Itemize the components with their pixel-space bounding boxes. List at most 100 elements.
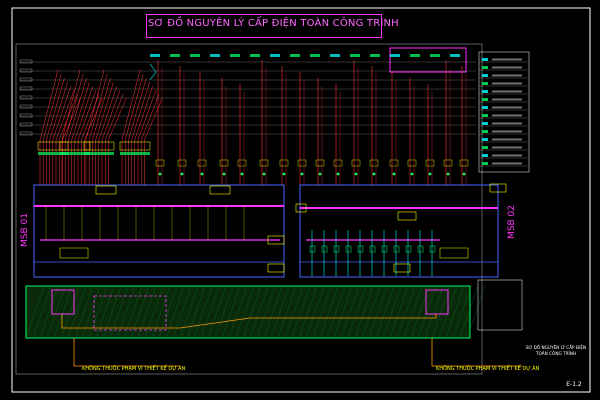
feeder-diagonal [39,69,59,141]
msb2-breaker [321,245,328,253]
feeder-tag [270,54,280,57]
meter-point [446,172,450,176]
meter-point [158,172,162,176]
legend-text-line [492,74,522,77]
legend-text-line [492,58,522,61]
feeder-diagonal [49,81,68,141]
feeder-diagonal [71,81,90,141]
legend-symbol [482,82,488,85]
feeder-tag [290,54,300,57]
feeder-lines [19,54,476,186]
breaker [279,159,289,167]
top-load-group-box [389,47,467,73]
msb2-breaker [417,245,424,253]
meter-point [462,172,466,176]
legend-symbol [482,162,488,165]
row-label-box [19,77,33,82]
row-label-box [19,113,33,118]
breaker [459,159,469,167]
legend-symbol [482,122,488,125]
row-label-box [19,122,33,127]
legend-text-line [492,66,522,69]
row-label-box [19,86,33,91]
legend-symbol [482,58,488,61]
feeder-tag [350,54,360,57]
feeder-diagonal [121,69,141,141]
row-label-box [19,68,33,73]
legend-symbol [482,138,488,141]
msb2-breaker [393,245,400,253]
legend-symbol [482,106,488,109]
legend-text-line [492,146,522,149]
feeder-diagonal [85,69,105,141]
msb1-incomer [59,247,89,259]
legend-table [478,51,530,173]
source-area [25,279,523,339]
legend-text-line [492,98,522,101]
legend-symbol [482,98,488,101]
page-title: SƠ ĐỒ NGUYÊN LÝ CẤP ĐIỆN TOÀN CÔNG TRÌNH [148,18,399,29]
meter-point [428,172,432,176]
cable-mark [149,63,157,81]
breaker [407,159,417,167]
breaker [443,159,453,167]
legend-symbol [482,74,488,77]
legend-text-line [492,154,522,157]
feeder-tag [330,54,340,57]
breaker [197,159,207,167]
note-left: KHÔNG THUỘC PHẠM VI THIẾT KẾ DỰ ÁN [82,364,186,372]
meter-point [200,172,204,176]
meter-point [262,172,266,176]
msb2-breaker [357,245,364,253]
msb-02-panel [295,183,507,278]
meter-point [240,172,244,176]
feeder-diagonal [84,97,103,141]
breaker [297,159,307,167]
legend-symbol [482,146,488,149]
meter-point [222,172,226,176]
feeder-tag [430,54,440,57]
legend-symbol [482,90,488,93]
feeder-tag [390,54,400,57]
msb2-incomer [439,247,469,259]
breaker [389,159,399,167]
legend-text-line [492,114,522,117]
breaker [219,159,229,167]
row-label-box [19,104,33,109]
msb2-breaker [345,245,352,253]
breaker-bar [120,152,150,155]
legend-text-line [492,90,522,93]
legend-text-line [492,122,522,125]
meter-point [410,172,414,176]
breaker [237,159,247,167]
feeder-tag [410,54,420,57]
meter-point [336,172,340,176]
msb2-breaker [381,245,388,253]
msb-02-label: MSB 02 [507,205,517,239]
legend-text-line [492,130,522,133]
legend-symbol [482,114,488,117]
feeder-tag [170,54,180,57]
meter-point [318,172,322,176]
legend-text-line [492,138,522,141]
breaker [177,159,187,167]
feeder-diagonal [128,77,147,141]
breaker [425,159,435,167]
feeder-diagonal [144,97,163,141]
note-right: KHÔNG THUỘC PHẠM VI THIẾT KẾ DỰ ÁN [436,364,540,372]
feeder-diagonal [95,81,114,141]
breaker [259,159,269,167]
meter-point [354,172,358,176]
legend-symbol [482,154,488,157]
msb2-breaker [309,245,316,253]
meter-point [392,172,396,176]
feeder-tag [370,54,380,57]
note-left-leader [73,338,180,367]
msb2-breaker [333,245,340,253]
legend-text-line [492,82,522,85]
legend-text-line [492,106,522,109]
msb2-breaker [429,245,436,253]
msb-01-panel [33,184,285,278]
row-label-box [19,59,33,64]
feeder-tag [250,54,260,57]
